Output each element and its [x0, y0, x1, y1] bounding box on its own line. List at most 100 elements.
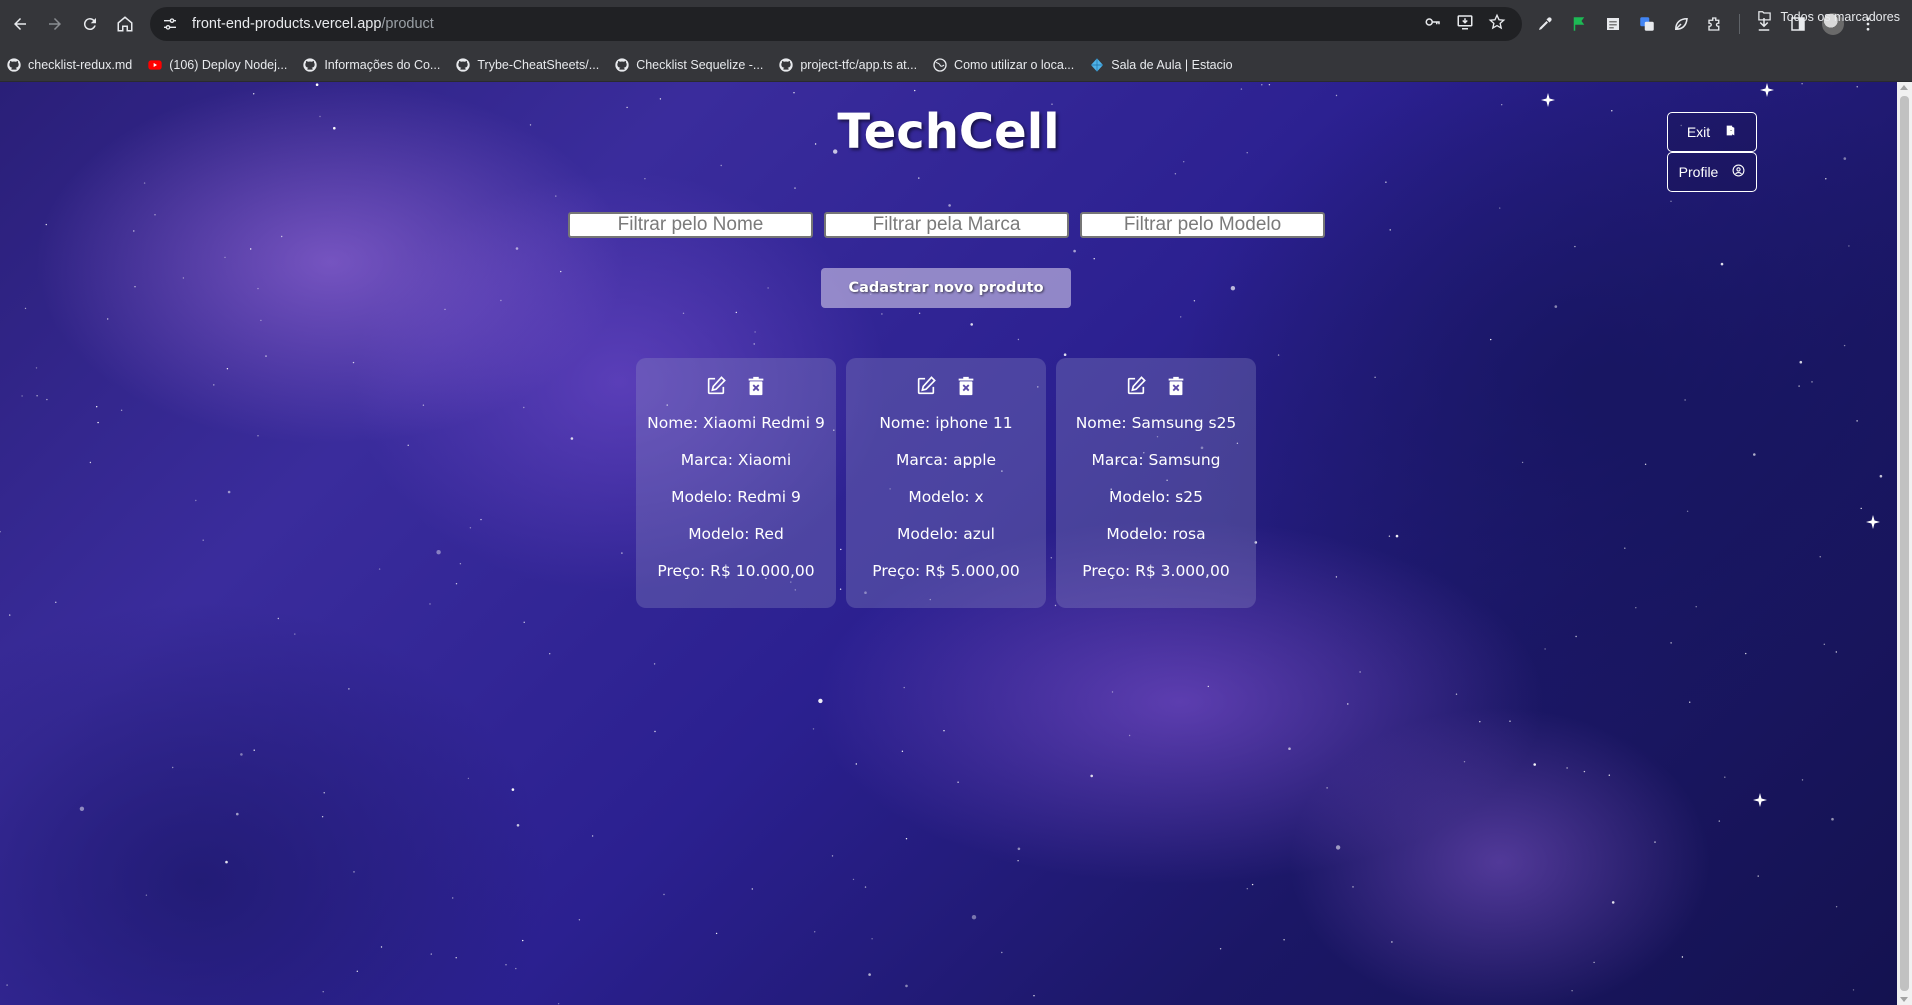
- product-name: Nome: iphone 11: [879, 414, 1013, 432]
- password-key-icon[interactable]: [1424, 13, 1442, 36]
- site-settings-icon[interactable]: [160, 14, 180, 34]
- star: [1856, 86, 1858, 88]
- star: [971, 915, 977, 920]
- star: [321, 816, 324, 818]
- bookmark-item[interactable]: Trybe-CheatSheets/...: [455, 57, 599, 73]
- eyedropper-extension-icon[interactable]: [1535, 14, 1555, 34]
- delete-icon[interactable]: [954, 374, 978, 398]
- toolbar-separator: [1739, 14, 1740, 34]
- all-bookmarks-folder[interactable]: Todos os marcadores: [1757, 8, 1900, 26]
- star: [1251, 883, 1254, 886]
- filter-model-input[interactable]: [1080, 212, 1325, 238]
- bright-star: [1866, 515, 1880, 529]
- star: [523, 406, 525, 409]
- star: [1801, 83, 1803, 85]
- github-icon: [6, 57, 22, 73]
- delete-icon[interactable]: [744, 374, 768, 398]
- star: [323, 792, 325, 794]
- star: [1001, 951, 1003, 954]
- add-product-button[interactable]: Cadastrar novo produto: [821, 268, 1071, 308]
- forward-icon[interactable]: [40, 9, 70, 39]
- star: [9, 614, 11, 616]
- all-bookmarks-label: Todos os marcadores: [1780, 10, 1900, 24]
- edit-icon[interactable]: [1124, 374, 1148, 398]
- star: [855, 763, 857, 765]
- star: [1799, 360, 1803, 364]
- sheet-extension-icon[interactable]: [1603, 14, 1623, 34]
- reload-icon[interactable]: [75, 9, 105, 39]
- translate-extension-icon[interactable]: [1637, 14, 1657, 34]
- product-color: Modelo: rosa: [1106, 525, 1206, 543]
- bookmark-item[interactable]: Informações do Co...: [302, 57, 440, 73]
- bookmarks-bar: checklist-redux.md (106) Deploy Nodej... I…: [0, 48, 1912, 82]
- star: [1879, 474, 1883, 478]
- install-app-icon[interactable]: [1456, 13, 1474, 36]
- delete-icon[interactable]: [1164, 374, 1188, 398]
- star: [943, 730, 945, 732]
- bookmark-item[interactable]: Como utilizar o loca...: [932, 57, 1074, 73]
- star: [145, 894, 148, 896]
- star: [1335, 94, 1338, 97]
- star: [1848, 245, 1850, 247]
- star: [422, 404, 425, 406]
- home-icon[interactable]: [110, 9, 140, 39]
- filter-brand-input[interactable]: [824, 212, 1069, 238]
- star: [455, 583, 458, 585]
- bookmark-item[interactable]: Checklist Sequelize -...: [614, 57, 763, 73]
- product-model: Modelo: s25: [1109, 488, 1203, 506]
- star: [1831, 817, 1834, 821]
- product-color: Modelo: azul: [897, 525, 995, 543]
- star: [751, 888, 753, 890]
- page-scrollbar[interactable]: [1897, 82, 1912, 1005]
- star: [253, 93, 255, 95]
- star: [1455, 693, 1458, 695]
- github-icon: [778, 57, 794, 73]
- star: [591, 835, 594, 837]
- back-icon[interactable]: [5, 9, 35, 39]
- star: [505, 964, 507, 966]
- scroll-up-arrow-icon[interactable]: [1900, 85, 1908, 90]
- bookmark-label: Sala de Aula | Estacio: [1111, 57, 1233, 72]
- star: [1391, 941, 1393, 943]
- star: [1395, 534, 1399, 538]
- star: [36, 395, 38, 397]
- leaf-extension-icon[interactable]: [1671, 14, 1691, 34]
- star: [35, 367, 38, 369]
- star: [1240, 88, 1243, 90]
- star: [322, 991, 324, 993]
- edit-icon[interactable]: [704, 374, 728, 398]
- address-bar[interactable]: front-end-products.vercel.app/product: [150, 7, 1522, 41]
- star: [918, 312, 921, 314]
- star: [97, 421, 99, 424]
- star: [901, 750, 904, 752]
- star: [195, 499, 197, 502]
- star: [753, 343, 755, 345]
- star: [1718, 820, 1721, 822]
- bookmark-label: Como utilizar o loca...: [954, 57, 1075, 72]
- bookmark-star-icon[interactable]: [1488, 13, 1506, 36]
- edit-icon[interactable]: [914, 374, 938, 398]
- puzzle-extensions-icon[interactable]: [1705, 14, 1725, 34]
- star: [1490, 338, 1492, 341]
- star: [1695, 606, 1697, 608]
- star: [1684, 399, 1686, 401]
- filter-name-input[interactable]: [568, 212, 813, 238]
- star: [277, 617, 279, 620]
- exit-button[interactable]: Exit: [1667, 112, 1757, 152]
- scrollbar-thumb[interactable]: [1900, 96, 1909, 991]
- star: [1544, 648, 1546, 650]
- star: [1174, 173, 1177, 175]
- star: [1521, 461, 1524, 464]
- profile-button[interactable]: Profile: [1667, 152, 1757, 192]
- bookmark-item[interactable]: (106) Deploy Nodej...: [147, 57, 287, 73]
- star: [89, 461, 92, 464]
- bookmark-item[interactable]: Sala de Aula | Estacio: [1089, 57, 1233, 73]
- scroll-down-arrow-icon[interactable]: [1900, 997, 1908, 1002]
- bookmark-item[interactable]: project-tfc/app.ts at...: [778, 57, 917, 73]
- star: [459, 563, 462, 565]
- bookmark-item[interactable]: checklist-redux.md: [6, 57, 132, 73]
- star: [814, 931, 816, 933]
- green-flag-extension-icon[interactable]: [1569, 14, 1589, 34]
- star: [1860, 507, 1862, 510]
- star: [1575, 635, 1577, 638]
